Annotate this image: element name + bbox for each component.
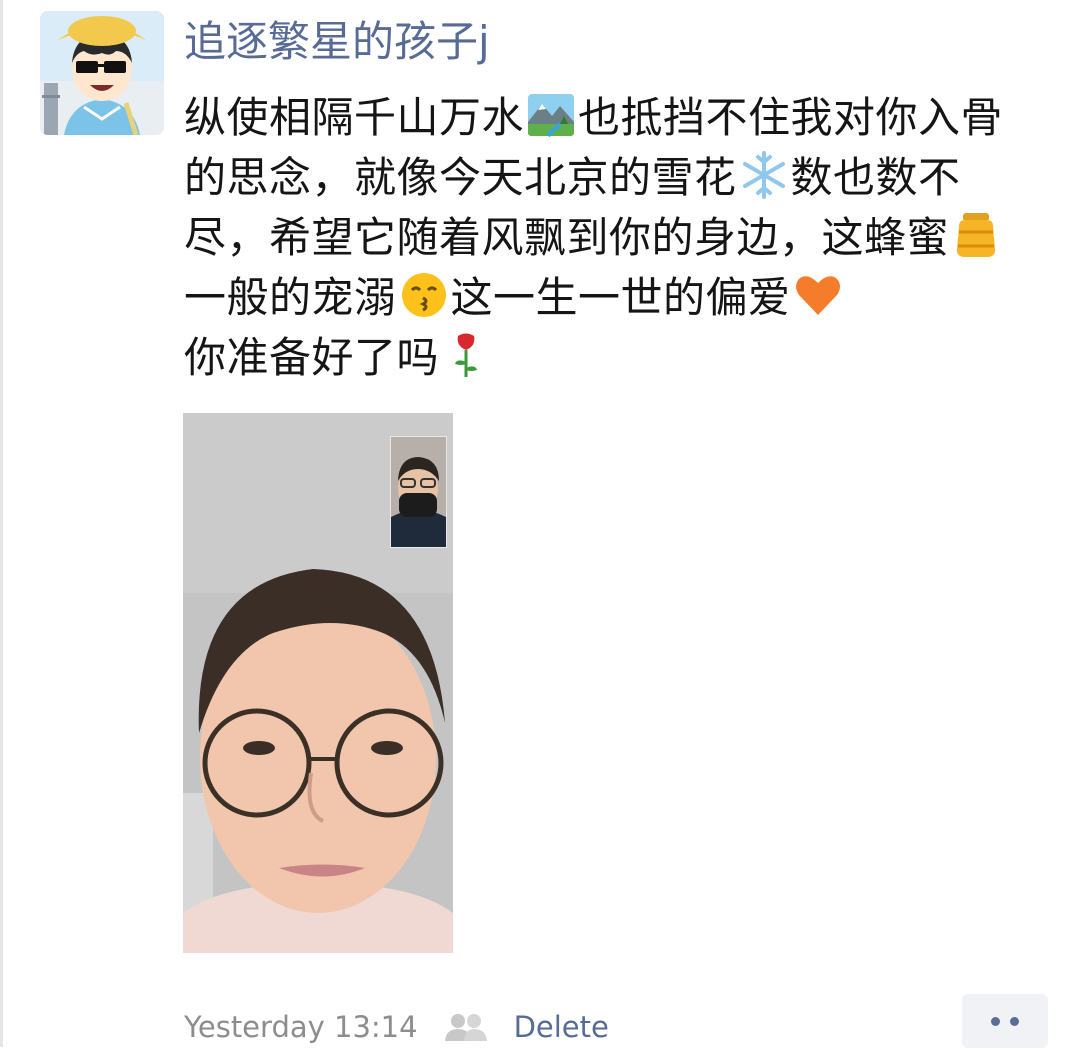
post-text: 纵使相隔千山万水 也抵挡不住我对你入骨的思念，就像今天北京的雪花 数也数不尽，希…	[184, 88, 1034, 388]
honey-pot-icon	[951, 210, 1001, 260]
post-text-segment: 这一生一世的偏爱	[450, 273, 791, 322]
rose-icon	[441, 330, 491, 380]
snowflake-icon	[739, 150, 789, 200]
post-text-segment: 一般的宠溺	[184, 273, 397, 322]
post-footer: Yesterday 13:14 Delete	[184, 1004, 609, 1050]
post-text-segment: 你准备好了吗	[184, 333, 440, 382]
avatar[interactable]	[40, 11, 164, 135]
video-call-self-view	[390, 436, 447, 548]
moment-post: 追逐繁星的孩子j 纵使相隔千山万水 也抵挡不住我对你入骨的思念，就像今天北京的雪…	[0, 0, 1080, 1050]
orange-heart-icon	[793, 270, 843, 320]
post-text-segment: 纵使相隔千山万水	[184, 93, 525, 142]
kissing-face-icon	[399, 270, 449, 320]
delete-link[interactable]: Delete	[514, 1010, 609, 1044]
more-dots-icon	[1010, 1016, 1019, 1026]
username[interactable]: 追逐繁星的孩子j	[184, 14, 490, 70]
more-button[interactable]	[962, 994, 1048, 1048]
landscape-icon	[526, 90, 576, 140]
more-dots-icon	[991, 1016, 1000, 1026]
friends-visibility-icon[interactable]	[444, 1012, 488, 1042]
post-photo[interactable]	[183, 413, 453, 953]
avatar-illustration	[40, 11, 164, 135]
post-timestamp: Yesterday 13:14	[184, 1010, 418, 1044]
